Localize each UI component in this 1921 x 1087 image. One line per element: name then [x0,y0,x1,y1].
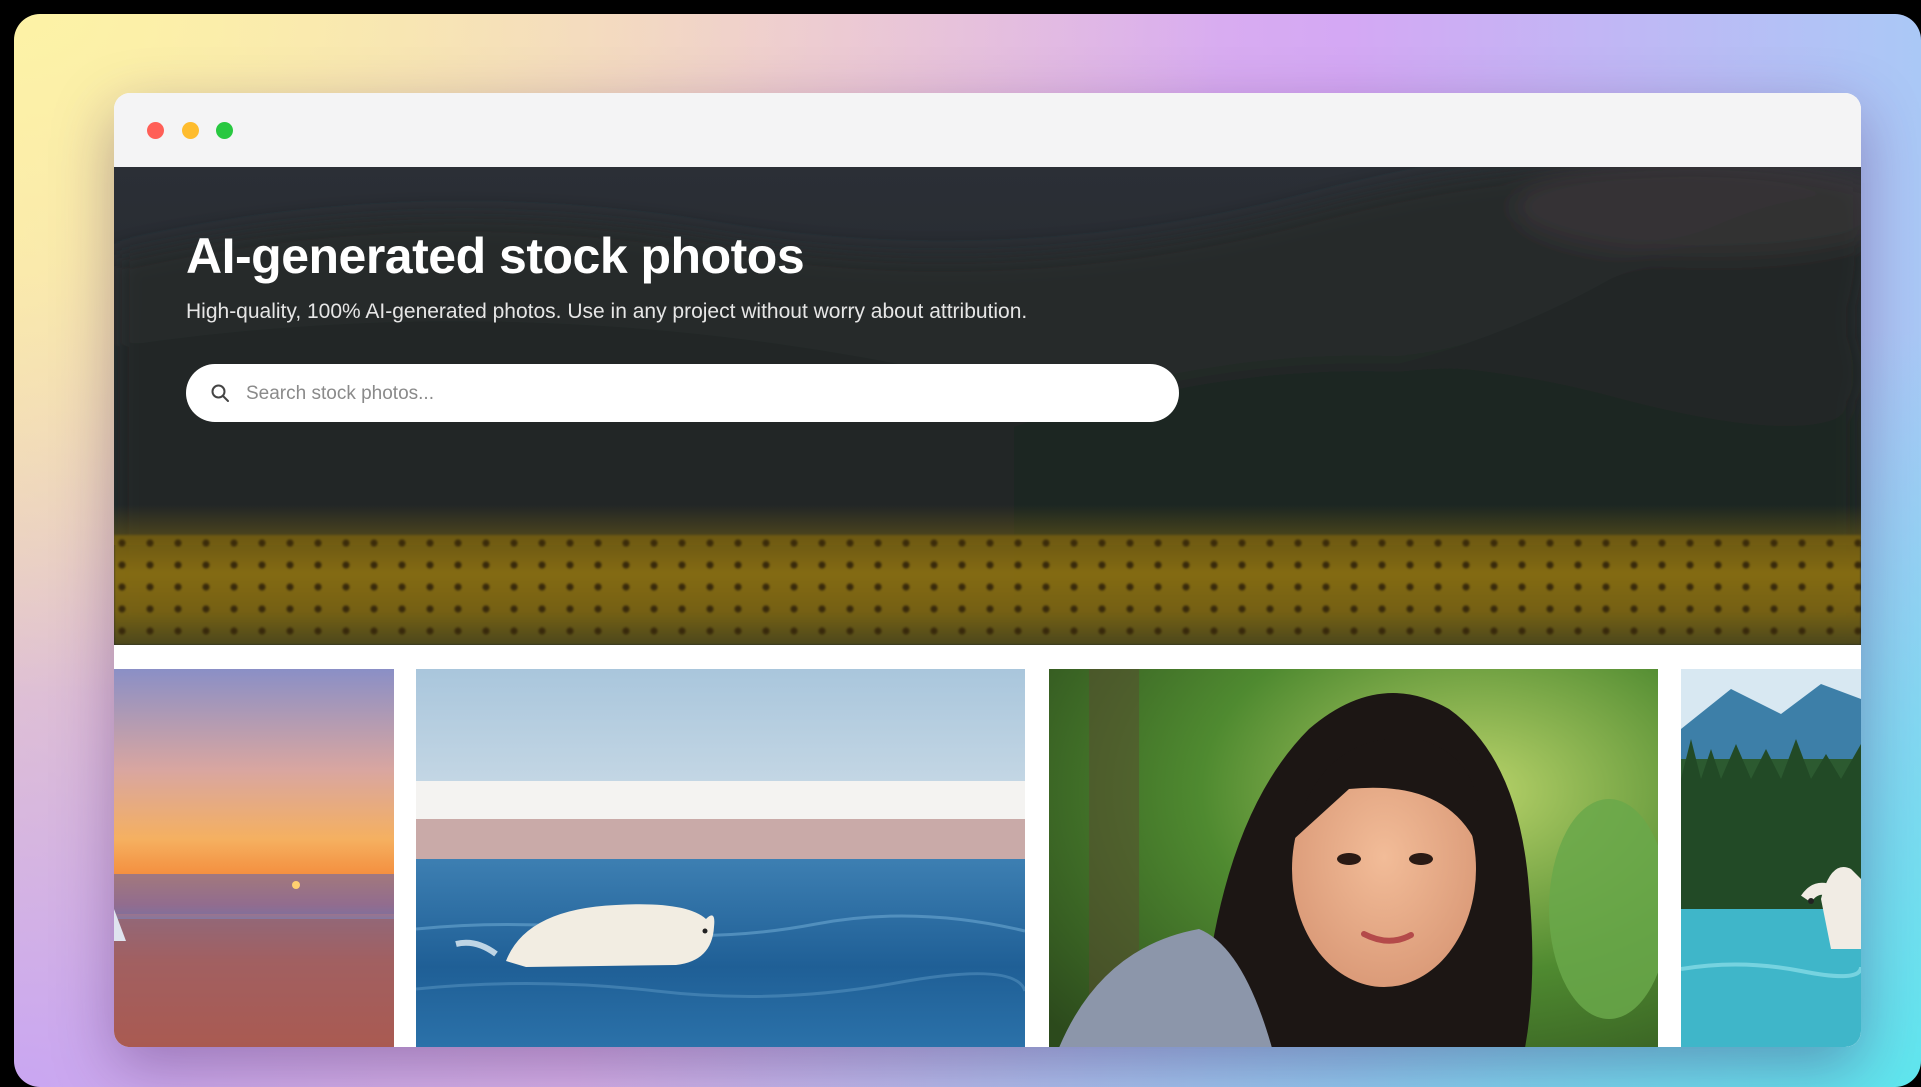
desktop-backdrop: AI-generated stock photos High-quality, … [14,14,1921,1087]
minimize-window-button[interactable] [182,122,199,139]
hero-banner: AI-generated stock photos High-quality, … [114,167,1861,645]
gallery-photo-dog-lake[interactable] [1681,669,1861,1047]
portrait-image [1049,669,1658,1047]
browser-window: AI-generated stock photos High-quality, … [114,93,1861,1047]
window-titlebar [114,93,1861,168]
search-icon [211,384,229,402]
search-bar[interactable] [186,364,1179,424]
maximize-window-button[interactable] [216,122,233,139]
dog-lake-image [1681,669,1861,1047]
page-subtitle: High-quality, 100% AI-generated photos. … [186,300,1028,323]
photo-gallery [114,645,1861,1047]
page-title: AI-generated stock photos [186,228,805,284]
sunset-image [114,669,394,1047]
gallery-photo-sunset[interactable] [114,669,394,1047]
polar-bear-image [416,669,1025,1047]
search-input[interactable] [244,364,1148,424]
gallery-photo-portrait[interactable] [1049,669,1658,1047]
sunflower-field [114,535,1861,645]
gallery-photo-polar-bear[interactable] [416,669,1025,1047]
close-window-button[interactable] [147,122,164,139]
